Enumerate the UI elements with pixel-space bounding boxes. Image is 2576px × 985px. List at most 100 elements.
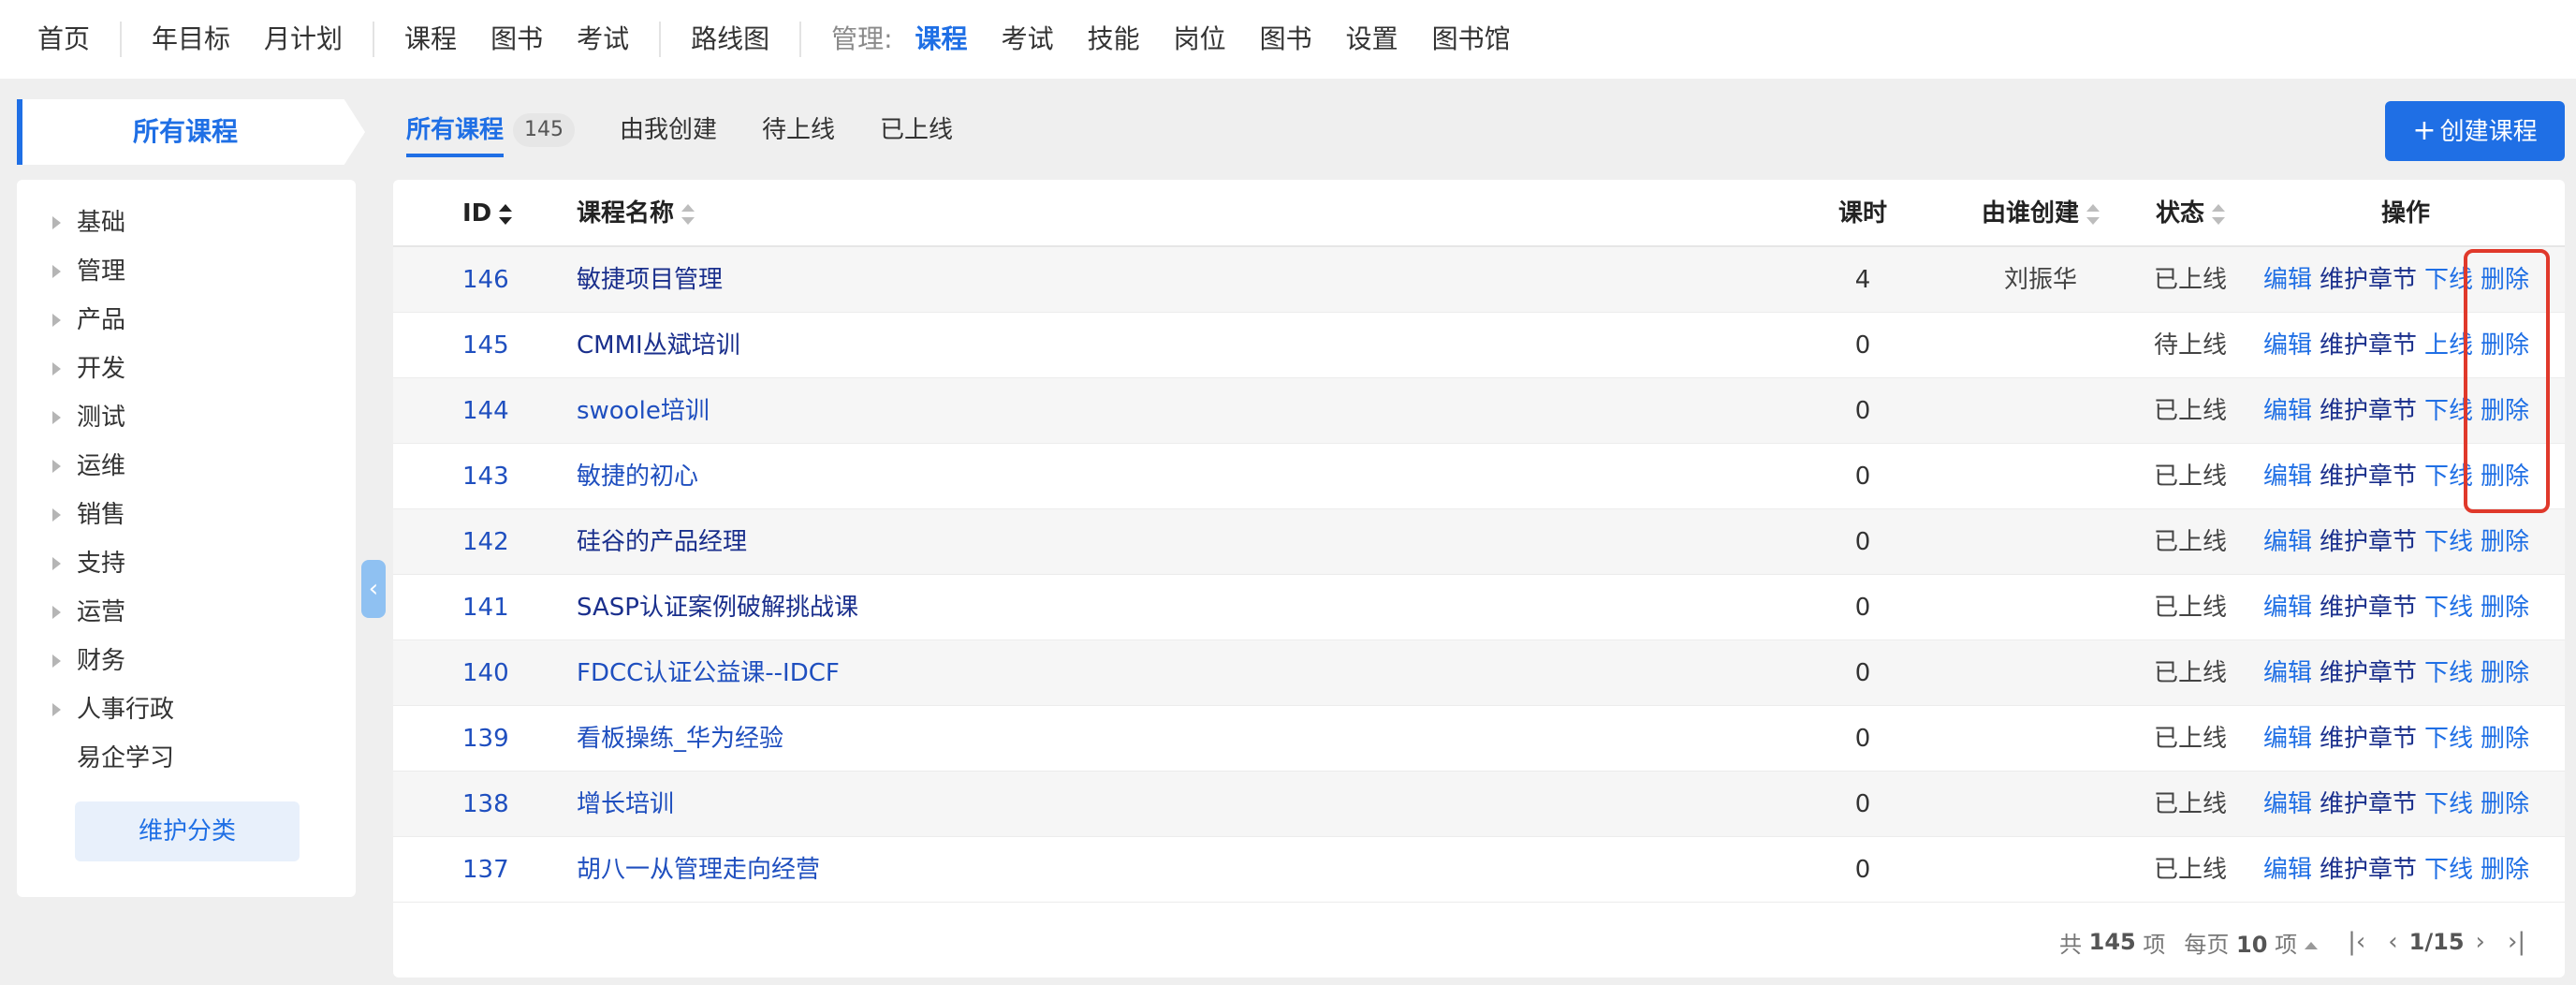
edit-link[interactable]: 编辑 [2263,725,2312,753]
course-name-link[interactable]: 看板操练_华为经验 [577,706,783,772]
create-course-button[interactable]: + 创建课程 [2385,101,2565,161]
nav-exam[interactable]: 考试 [560,0,646,79]
maintain-category-button[interactable]: 维护分类 [75,801,300,861]
toggle-online-link[interactable]: 下线 [2424,397,2473,425]
maintain-chapters-link[interactable]: 维护章节 [2320,725,2417,753]
caret-right-icon[interactable] [52,460,61,473]
category-item[interactable]: 支持 [17,539,356,588]
course-name-link[interactable]: swoole培训 [577,378,710,444]
next-page-icon[interactable]: › [2476,928,2485,956]
course-name-link[interactable]: 胡八一从管理走向经营 [577,837,820,903]
column-creator[interactable]: 由谁创建 [1947,180,2134,247]
category-item[interactable]: 开发 [17,345,356,393]
category-item[interactable]: 运营 [17,588,356,637]
nav-manage-books[interactable]: 图书 [1243,0,1329,79]
course-name-link[interactable]: 敏捷项目管理 [577,247,723,313]
edit-link[interactable]: 编辑 [2263,790,2312,818]
caret-right-icon[interactable] [52,362,61,375]
maintain-chapters-link[interactable]: 维护章节 [2320,659,2417,687]
nav-year-goal[interactable]: 年目标 [135,0,247,79]
maintain-chapters-link[interactable]: 维护章节 [2320,266,2417,294]
sort-icon[interactable] [499,203,513,225]
last-page-icon[interactable]: ›| [2508,928,2525,956]
prev-page-icon[interactable]: ‹ [2388,928,2397,956]
edit-link[interactable]: 编辑 [2263,528,2312,556]
caret-right-icon[interactable] [52,411,61,424]
nav-home[interactable]: 首页 [21,0,107,79]
nav-roadmap[interactable]: 路线图 [674,0,786,79]
maintain-chapters-link[interactable]: 维护章节 [2320,331,2417,360]
category-item[interactable]: 测试 [17,393,356,442]
course-name-link[interactable]: 敏捷的初心 [577,444,698,509]
sort-icon[interactable] [681,203,695,225]
nav-manage-skill[interactable]: 技能 [1071,0,1157,79]
category-item[interactable]: 管理 [17,247,356,296]
maintain-chapters-link[interactable]: 维护章节 [2320,528,2417,556]
course-name-link[interactable]: 硅谷的产品经理 [577,509,747,575]
delete-link[interactable]: 删除 [2481,331,2529,360]
caret-right-icon[interactable] [52,654,61,668]
delete-link[interactable]: 删除 [2481,856,2529,884]
sidebar-all-courses[interactable]: 所有课程 [17,99,365,165]
maintain-chapters-link[interactable]: 维护章节 [2320,790,2417,818]
category-item[interactable]: 财务 [17,637,356,685]
delete-link[interactable]: 删除 [2481,397,2529,425]
column-status[interactable]: 状态 [2115,180,2265,247]
maintain-chapters-link[interactable]: 维护章节 [2320,856,2417,884]
category-item[interactable]: 运维 [17,442,356,491]
nav-manage-position[interactable]: 岗位 [1157,0,1243,79]
per-page-selector[interactable]: 每页 10 项 [2184,926,2319,959]
delete-link[interactable]: 删除 [2481,725,2529,753]
sort-icon[interactable] [2086,203,2100,225]
sort-icon[interactable] [2212,203,2225,225]
caret-right-icon[interactable] [52,703,61,716]
tab-created-by-me[interactable]: 由我创建 [620,101,717,159]
nav-manage-exam[interactable]: 考试 [985,0,1071,79]
edit-link[interactable]: 编辑 [2263,594,2312,622]
caret-right-icon[interactable] [52,508,61,522]
category-item[interactable]: 基础 [17,198,356,247]
edit-link[interactable]: 编辑 [2263,331,2312,360]
toggle-online-link[interactable]: 下线 [2424,528,2473,556]
nav-books[interactable]: 图书 [474,0,560,79]
first-page-icon[interactable]: |‹ [2348,928,2365,956]
delete-link[interactable]: 删除 [2481,594,2529,622]
tab-pending[interactable]: 待上线 [762,101,835,159]
nav-manage-settings[interactable]: 设置 [1329,0,1415,79]
category-item-leaf[interactable]: 易企学习 [17,734,356,783]
delete-link[interactable]: 删除 [2481,790,2529,818]
category-item[interactable]: 销售 [17,491,356,539]
toggle-online-link[interactable]: 下线 [2424,594,2473,622]
toggle-online-link[interactable]: 下线 [2424,463,2473,491]
toggle-online-link[interactable]: 下线 [2424,266,2473,294]
caret-right-icon[interactable] [52,314,61,327]
caret-right-icon[interactable] [52,557,61,570]
nav-course[interactable]: 课程 [388,0,474,79]
category-item[interactable]: 产品 [17,296,356,345]
toggle-online-link[interactable]: 下线 [2424,856,2473,884]
course-name-link[interactable]: CMMI丛斌培训 [577,313,740,378]
nav-manage-library[interactable]: 图书馆 [1415,0,1528,79]
nav-manage-course[interactable]: 课程 [899,0,985,79]
course-name-link[interactable]: SASP认证案例破解挑战课 [577,575,858,640]
edit-link[interactable]: 编辑 [2263,397,2312,425]
tab-all-courses[interactable]: 所有课程 145 [406,101,576,159]
delete-link[interactable]: 删除 [2481,266,2529,294]
edit-link[interactable]: 编辑 [2263,266,2312,294]
course-name-link[interactable]: 增长培训 [577,772,674,837]
category-item[interactable]: 人事行政 [17,685,356,734]
course-name-link[interactable]: FDCC认证公益课--IDCF [577,640,840,706]
column-id[interactable]: ID [462,180,513,247]
maintain-chapters-link[interactable]: 维护章节 [2320,594,2417,622]
delete-link[interactable]: 删除 [2481,528,2529,556]
caret-right-icon[interactable] [52,216,61,229]
edit-link[interactable]: 编辑 [2263,463,2312,491]
caret-right-icon[interactable] [52,265,61,278]
caret-right-icon[interactable] [52,606,61,619]
maintain-chapters-link[interactable]: 维护章节 [2320,463,2417,491]
delete-link[interactable]: 删除 [2481,463,2529,491]
delete-link[interactable]: 删除 [2481,659,2529,687]
toggle-online-link[interactable]: 下线 [2424,659,2473,687]
maintain-chapters-link[interactable]: 维护章节 [2320,397,2417,425]
column-name[interactable]: 课程名称 [577,180,695,247]
